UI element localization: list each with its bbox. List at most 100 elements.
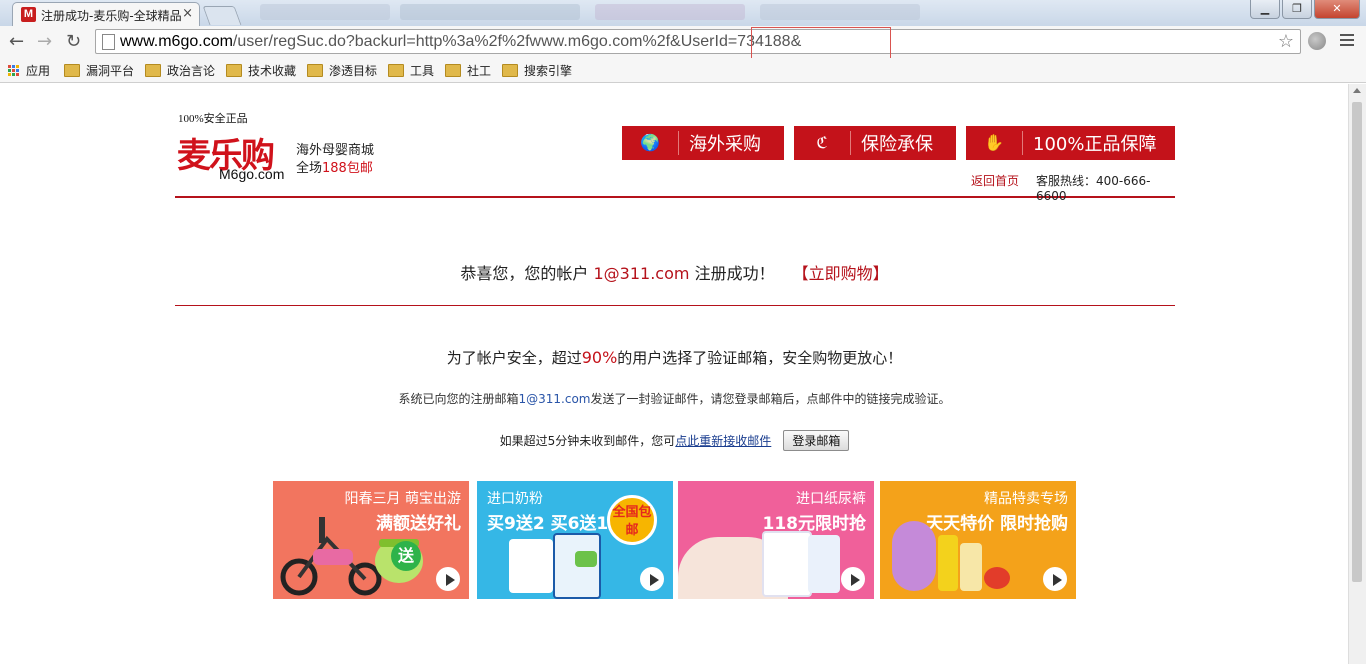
bookmark-folder[interactable]: 漏洞平台	[64, 62, 134, 79]
play-arrow-icon[interactable]	[436, 567, 460, 591]
page-scrollbar[interactable]	[1348, 84, 1366, 664]
back-arrow-icon[interactable]: ←	[9, 31, 24, 52]
milk-can-image	[509, 539, 553, 593]
promo-title: 进口奶粉	[487, 491, 543, 507]
login-mailbox-button[interactable]: 登录邮箱	[783, 430, 850, 451]
safety-suffix: 的用户选择了验证邮箱，安全购物更放心！	[617, 349, 903, 367]
logo-tagline-shipping: 全场188包邮	[296, 157, 373, 176]
gift-badge-icon: 送	[391, 541, 421, 571]
badge-label: 100%正品保障	[1033, 134, 1157, 155]
play-arrow-icon[interactable]	[841, 567, 865, 591]
page-icon	[102, 34, 115, 50]
url-path: /user/regSuc.do?backurl=http%3a%2f%2fwww…	[232, 33, 802, 50]
promo-title: 精品特卖专场	[984, 491, 1068, 507]
diaper-pack-image	[762, 531, 812, 597]
resend-email-link[interactable]: 点此重新接收邮件	[675, 434, 771, 448]
site-header: 100%安全正品 麦乐购 M6go.com 海外母婴商城 全场188包邮 🌍 海…	[175, 84, 1175, 203]
bookmark-label: 工具	[410, 64, 435, 78]
browser-toolbar: ← → ↻ www.m6go.com/user/regSuc.do?backur…	[0, 26, 1366, 60]
bookmark-folder[interactable]: 搜索引擎	[502, 62, 572, 79]
bookmark-folder[interactable]: 技术收藏	[226, 62, 296, 79]
safety-percentage: 90%	[581, 348, 618, 367]
badge-genuine-guarantee: ✋ 100%正品保障	[966, 126, 1175, 160]
promo-banner-imported-milk[interactable]: 进口奶粉 买9送2 买6送1 全国包邮	[477, 481, 673, 599]
reload-icon[interactable]: ↻	[66, 31, 81, 52]
apps-grid-icon	[8, 64, 20, 77]
extension-globe-icon[interactable]	[1308, 32, 1326, 50]
safety-prefix: 为了帐户安全，超过	[446, 349, 582, 367]
shipping-prefix: 全场	[296, 161, 323, 176]
bookmark-label: 渗透目标	[329, 64, 378, 78]
badge-overseas-purchase: 🌍 海外采购	[622, 126, 784, 160]
url-userid-highlight-box	[751, 27, 891, 60]
promo-title: 进口纸尿裤	[796, 491, 866, 507]
folder-icon	[64, 64, 80, 77]
promo-subtitle: 天天特价 限时抢购	[926, 514, 1068, 534]
world-map-icon: 🌍	[632, 131, 679, 155]
bottle-image	[938, 535, 958, 591]
resend-prefix: 如果超过5分钟未收到邮件，您可	[499, 434, 676, 448]
email-verify-safety-message: 为了帐户安全，超过90%的用户选择了验证邮箱，安全购物更放心！	[0, 347, 1349, 368]
folder-icon	[502, 64, 518, 77]
maximize-button[interactable]: ❐	[1282, 0, 1312, 19]
promo-banner-spring-outing[interactable]: 阳春三月 萌宝出游 满额送好礼 送	[273, 481, 469, 599]
blurred-background-window	[260, 4, 390, 20]
badge-label: 海外采购	[689, 134, 761, 155]
scroll-thumb[interactable]	[1352, 102, 1362, 582]
play-arrow-icon[interactable]	[640, 567, 664, 591]
site-favicon-icon: M	[21, 7, 36, 22]
bookmark-folder[interactable]: 社工	[445, 62, 491, 79]
window-controls: ▁ ❐ ✕	[1250, 0, 1360, 19]
bookmark-label: 社工	[467, 64, 492, 78]
genuine-hand-icon: ✋	[976, 131, 1023, 155]
scroll-up-arrow-icon[interactable]	[1353, 88, 1361, 93]
shipping-highlight: 188包邮	[322, 161, 373, 176]
shop-now-link[interactable]: 【立即购物】	[793, 264, 889, 283]
customer-hotline: 客服热线：400-666-6600	[1036, 174, 1151, 203]
resend-row: 如果超过5分钟未收到邮件，您可点此重新接收邮件 登录邮箱	[0, 430, 1349, 451]
sent-prefix: 系统已向您的注册邮箱	[398, 392, 519, 406]
folder-icon	[145, 64, 161, 77]
tab-close-icon[interactable]: ×	[182, 6, 193, 21]
new-tab-button[interactable]	[202, 6, 242, 25]
url-text: www.m6go.com/user/regSuc.do?backurl=http…	[120, 27, 891, 60]
promo-banner-diapers[interactable]: 进口纸尿裤 118元限时抢	[678, 481, 874, 599]
bookmark-star-icon[interactable]: ☆	[1278, 31, 1294, 52]
close-window-button[interactable]: ✕	[1314, 0, 1360, 19]
bookmark-folder[interactable]: 工具	[388, 62, 434, 79]
insurance-icon: ℭ	[804, 131, 851, 155]
folder-icon	[307, 64, 323, 77]
bookmarks-bar: 应用 漏洞平台 政治言论 技术收藏 渗透目标 工具 社工 搜索引擎	[0, 58, 1366, 83]
forward-arrow-icon[interactable]: →	[37, 31, 52, 52]
sent-email: 1@311.com	[518, 392, 591, 406]
blurred-background-window	[760, 4, 920, 20]
logo-slogan: 100%安全正品	[178, 113, 248, 125]
logo-domain: M6go.com	[219, 166, 285, 182]
bookmark-label: 技术收藏	[248, 64, 297, 78]
bottle-image	[960, 543, 982, 591]
folder-icon	[445, 64, 461, 77]
seahorse-toy-image	[892, 521, 936, 591]
fruit-image	[984, 567, 1010, 589]
registration-success-message: 恭喜您，您的帐户 1@311.com 注册成功！ 【立即购物】	[0, 260, 1349, 284]
return-home-link[interactable]: 返回首页	[971, 172, 1019, 189]
logo-tagline: 海外母婴商城	[296, 143, 375, 158]
bookmark-folder[interactable]: 政治言论	[145, 62, 215, 79]
bookmark-apps[interactable]: 应用	[8, 62, 50, 79]
bookmark-label: 政治言论	[167, 64, 216, 78]
address-bar[interactable]: www.m6go.com/user/regSuc.do?backurl=http…	[95, 27, 1301, 60]
chrome-menu-icon[interactable]	[1340, 34, 1354, 49]
tab-title: 注册成功-麦乐购-全球精品	[41, 9, 182, 23]
can-label-image	[575, 551, 597, 567]
bookmark-label: 应用	[26, 64, 51, 78]
play-arrow-icon[interactable]	[1043, 567, 1067, 591]
blurred-background-window	[400, 4, 580, 20]
browser-tab-active[interactable]: M 注册成功-麦乐购-全球精品 ×	[12, 2, 200, 26]
badge-label: 保险承保	[861, 134, 933, 155]
url-host: www.m6go.com	[120, 33, 233, 50]
promo-title: 阳春三月 萌宝出游	[344, 491, 461, 507]
badge-insurance: ℭ 保险承保	[794, 126, 956, 160]
promo-banner-special-sale[interactable]: 精品特卖专场 天天特价 限时抢购	[880, 481, 1076, 599]
bookmark-folder[interactable]: 渗透目标	[307, 62, 377, 79]
minimize-button[interactable]: ▁	[1250, 0, 1280, 19]
